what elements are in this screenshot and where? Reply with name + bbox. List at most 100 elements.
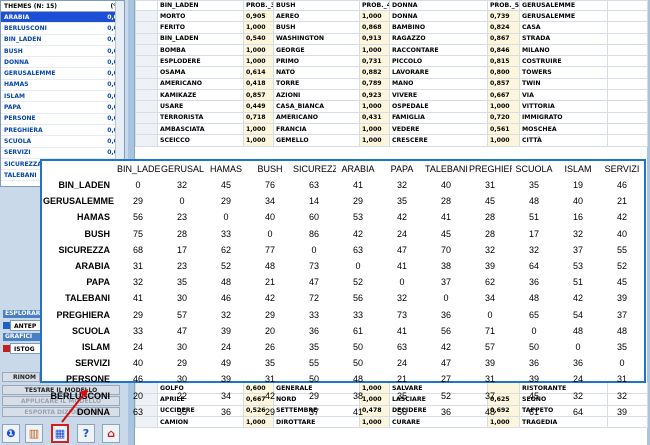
matrix-column-header[interactable]: SICUREZZA — [292, 161, 336, 177]
matrix-column-header[interactable]: PREGHIERA — [468, 161, 512, 177]
table-cell — [607, 43, 648, 57]
matrix-cell: 29 — [264, 309, 275, 320]
matrix-cell: 39 — [484, 261, 495, 272]
matrix-row[interactable]: ARABIA 31 23 52 48 73 0 41 38 39 64 53 52 — [42, 258, 644, 274]
table-cell: NATO — [273, 66, 360, 79]
help-icon[interactable]: ? — [77, 424, 95, 443]
theme-item[interactable]: HAMAS0,07 — [1, 80, 124, 92]
table-row[interactable]: OSAMA 0,614 NATO 0,882 LAVORARE 0,800 TOWERS — [135, 66, 648, 79]
grid-icon[interactable]: ▦ — [51, 424, 69, 443]
matrix-row-label: PREGHIERA — [56, 309, 110, 320]
table-cell: WASHINGTON — [273, 32, 360, 45]
matrix-row[interactable]: HAMAS 56 23 0 40 60 53 42 41 28 51 16 42 — [42, 209, 644, 225]
matrix-column-header[interactable]: BIN_LADEN — [116, 161, 160, 177]
matrix-row[interactable]: SICUREZZA 68 17 62 77 0 63 47 70 32 32 37 55 — [42, 242, 644, 258]
table-row[interactable]: USARE 0,449 CASA_BIANCA 1,000 OSPEDALE 1,000 V… — [135, 100, 648, 113]
table-cell: BAMBINO — [389, 21, 488, 34]
matrix-row[interactable]: SERVIZI 40 29 49 35 55 50 24 47 39 36 36 0 — [42, 355, 644, 371]
table-cell — [607, 32, 648, 45]
matrix-cell: 24 — [132, 341, 143, 352]
matrix-column-header[interactable]: BUSH — [248, 161, 292, 177]
matrix-cell: 75 — [132, 228, 143, 239]
matrix-row[interactable]: TALEBANI 41 30 46 42 72 56 32 0 34 48 42 39 — [42, 290, 644, 306]
matrix-column-header[interactable]: PAPA — [380, 161, 424, 177]
table-cell: 0,449 — [243, 100, 274, 113]
matrix-row[interactable]: BIN_LADEN 0 32 45 76 63 41 32 40 31 35 19 46 — [42, 177, 644, 193]
table-row[interactable]: ESPLODERE 1,000 PRIMO 0,731 PICCOLO 0,815 COST… — [135, 55, 648, 68]
matrix-row[interactable]: PREGHIERA 29 57 32 29 33 33 73 36 0 65 54 37 — [42, 307, 644, 323]
matrix-row[interactable]: BUSH 75 28 33 0 86 42 24 45 28 17 32 40 — [42, 226, 644, 242]
matrix-cell: 29 — [352, 196, 363, 207]
matrix-cell: 0 — [179, 196, 185, 207]
column-header[interactable]: PROB._3 — [243, 0, 274, 11]
matrix-column-header[interactable]: ARABIA — [336, 161, 380, 177]
table-row[interactable]: AMERICANO 0,418 TORRE 0,789 MANO 0,857 TWIN — [135, 77, 648, 91]
theme-item[interactable]: PAPA0,07 — [1, 102, 124, 114]
table-cell: 0,731 — [359, 55, 390, 68]
column-header[interactable]: PROB._5 — [487, 0, 520, 11]
theme-item[interactable]: GERUSALEMME0,07 — [1, 68, 124, 80]
theme-item[interactable]: ISLAM0,07 — [1, 91, 124, 103]
table-row[interactable]: SCEICCO 1,000 GEMELLO 1,000 CRESCERE 1,000 CIT… — [135, 134, 648, 147]
theme-item[interactable]: PERSONE0,04 — [1, 114, 124, 125]
table-cell: IMMIGRATO — [519, 111, 608, 124]
column-header[interactable]: BUSH — [273, 0, 360, 11]
matrix-cell: 21 — [264, 277, 275, 288]
matrix-cell: 0 — [399, 277, 405, 288]
table-row[interactable]: TERRORISTA 0,718 AMERICANO 0,431 FAMIGLIA 0,7… — [135, 111, 648, 124]
matrix-cell: 35 — [396, 196, 407, 207]
table-row[interactable]: KAMIKAZE 0,857 AZIONI 0,923 VIVERE 0,667 VIA — [135, 89, 648, 102]
matrix-cell: 28 — [176, 228, 187, 239]
matrix-cell: 0 — [531, 325, 537, 336]
matrix-cell: 42 — [264, 293, 275, 304]
matrix-row[interactable]: ISLAM 24 30 24 26 35 50 63 42 57 50 0 35 — [42, 339, 644, 355]
matrix-cell: 32 — [528, 244, 539, 255]
theme-item[interactable]: BIN_LADEN0,07 — [1, 35, 124, 46]
matrix-cell: 64 — [572, 406, 583, 417]
table-cell: VIVERE — [389, 89, 488, 102]
matrix-cell: 36 — [308, 325, 319, 336]
matrix-row[interactable]: PERSONE 46 30 39 31 50 48 21 27 31 39 24 31 — [42, 371, 644, 387]
table-row[interactable]: MORTO 0,905 AEREO 1,000 DONNA 0,739 GERUSALEMM… — [135, 9, 648, 23]
matrix-row[interactable]: PAPA 32 35 48 21 47 52 0 37 62 36 51 45 — [42, 274, 644, 290]
matrix-column-header[interactable]: ISLAM — [556, 161, 600, 177]
matrix-column-header[interactable]: GERUSALEMME — [160, 161, 204, 177]
matrix-cell: 61 — [528, 406, 539, 417]
table-row[interactable]: FERITO 1,000 BUSH 0,868 BAMBINO 0,824 CASA — [135, 21, 648, 34]
matrix-row[interactable]: GERUSALEMME 29 0 29 34 14 29 35 28 45 48 40 21 — [42, 193, 644, 209]
table-row[interactable]: AMBASCIATA 1,000 FRANCIA 1,000 VEDERE 0,561 MO… — [135, 122, 648, 136]
theme-item[interactable]: SERVIZI0,05 — [1, 148, 124, 159]
probability-table-header: BIN_LADEN PROB._3 BUSH PROB._4 DONNA PROB._5 G… — [135, 0, 648, 11]
cooccurrence-matrix-window[interactable]: BIN_LADENGERUSALEMMEHAMASBUSHSICUREZZAAR… — [40, 159, 646, 417]
matrix-row[interactable]: BERLUSCONI 20 22 34 42 29 38 35 52 37 45 32 32 — [42, 387, 644, 403]
matrix-row[interactable]: DONNA 63 55 36 29 37 41 56 36 48 61 64 39 — [42, 404, 644, 420]
column-header[interactable]: PROB._4 — [359, 0, 390, 11]
matrix-cell: 36 — [440, 406, 451, 417]
theme-item[interactable]: DONNA0,05 — [1, 57, 124, 69]
matrix-row[interactable]: SCUOLA 33 47 39 20 36 61 41 56 71 0 48 48 — [42, 323, 644, 339]
column-header[interactable]: GERUSALEMME — [519, 0, 608, 11]
theme-item[interactable]: PREGHIERA0,06 — [1, 125, 124, 137]
matrix-column-header[interactable]: SERVIZI — [600, 161, 644, 177]
theme-item[interactable]: BUSH0,07 — [1, 46, 124, 58]
info-icon[interactable]: ❶ — [2, 424, 20, 443]
rinom-button[interactable]: RINOM — [2, 372, 40, 382]
matrix-column-header[interactable]: TALEBANI — [424, 161, 468, 177]
matrix-column-header[interactable]: HAMAS — [204, 161, 248, 177]
matrix-cell: 37 — [440, 277, 451, 288]
theme-item[interactable]: SCUOLA0,05 — [1, 136, 124, 148]
table-row[interactable]: BOMBA 1,000 GEORGE 1,000 RACCONTARE 0,846 MILA… — [135, 43, 648, 57]
theme-item[interactable]: ARABIA0,08 — [1, 12, 124, 24]
table-row[interactable]: BIN_LADEN 0,540 WASHINGTON 0,913 RAGAZZO 0,86… — [135, 32, 648, 45]
column-header[interactable]: DONNA — [389, 0, 488, 11]
column-header — [607, 0, 648, 11]
chart-icon[interactable]: ▥ — [25, 424, 43, 443]
table-cell: COSTRUIRE — [519, 55, 608, 68]
column-header[interactable]: BIN_LADEN — [157, 0, 244, 11]
matrix-row-label: BUSH — [84, 228, 110, 239]
theme-item[interactable]: BERLUSCONI0,05 — [1, 23, 124, 35]
matrix-cell: 50 — [352, 358, 363, 369]
matrix-column-header[interactable]: SCUOLA — [512, 161, 556, 177]
row-number-cell — [135, 9, 158, 23]
home-icon[interactable]: ⌂ — [102, 424, 120, 443]
